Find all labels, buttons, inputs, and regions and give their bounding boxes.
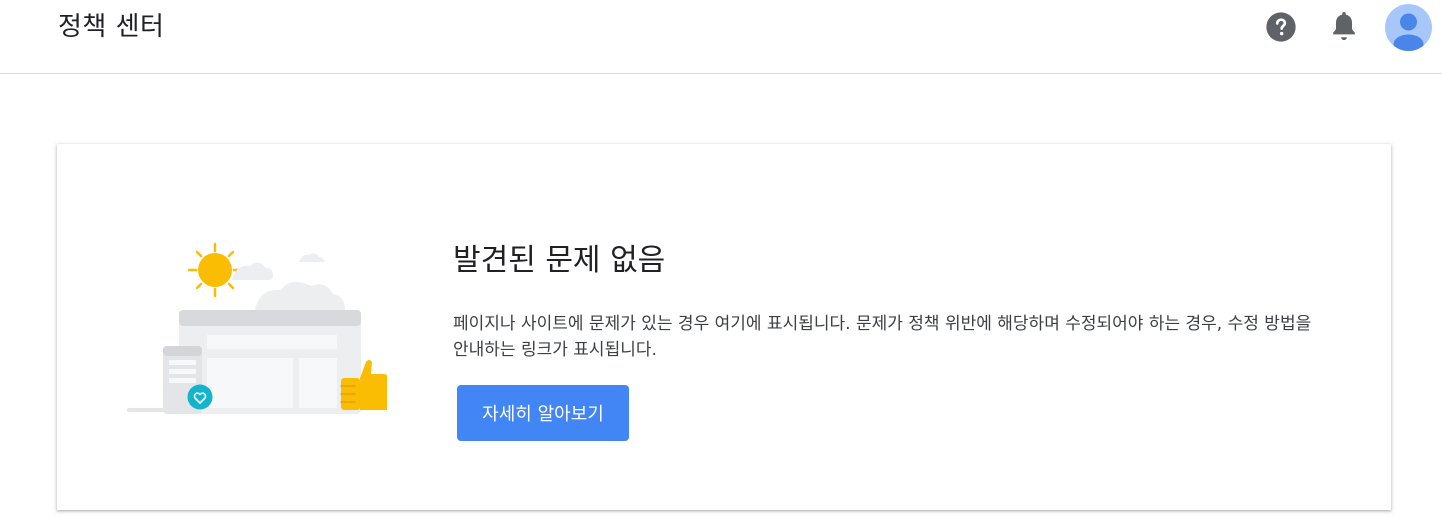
app-title: 정책 센터 bbox=[58, 12, 165, 42]
top-app-bar: 정책 센터 bbox=[0, 0, 1442, 74]
account-avatar-icon bbox=[1393, 13, 1424, 51]
learn-more-button[interactable]: 자세히 알아보기 bbox=[457, 385, 629, 441]
notifications-button[interactable] bbox=[1324, 7, 1364, 47]
sunny-website-thumbs-up-illustration bbox=[127, 242, 387, 414]
status-description: 페이지나 사이트에 문제가 있는 경우 여기에 표시됩니다. 문제가 정책 위반… bbox=[453, 314, 1312, 360]
help-circle-icon bbox=[1266, 12, 1296, 42]
account-avatar[interactable] bbox=[1385, 4, 1432, 51]
help-button[interactable] bbox=[1261, 7, 1301, 47]
bell-icon bbox=[1333, 12, 1355, 41]
status-card: 발견된 문제 없음 페이지나 사이트에 문제가 있는 경우 여기에 표시됩니다.… bbox=[57, 144, 1391, 510]
status-title: 발견된 문제 없음 bbox=[453, 243, 666, 278]
